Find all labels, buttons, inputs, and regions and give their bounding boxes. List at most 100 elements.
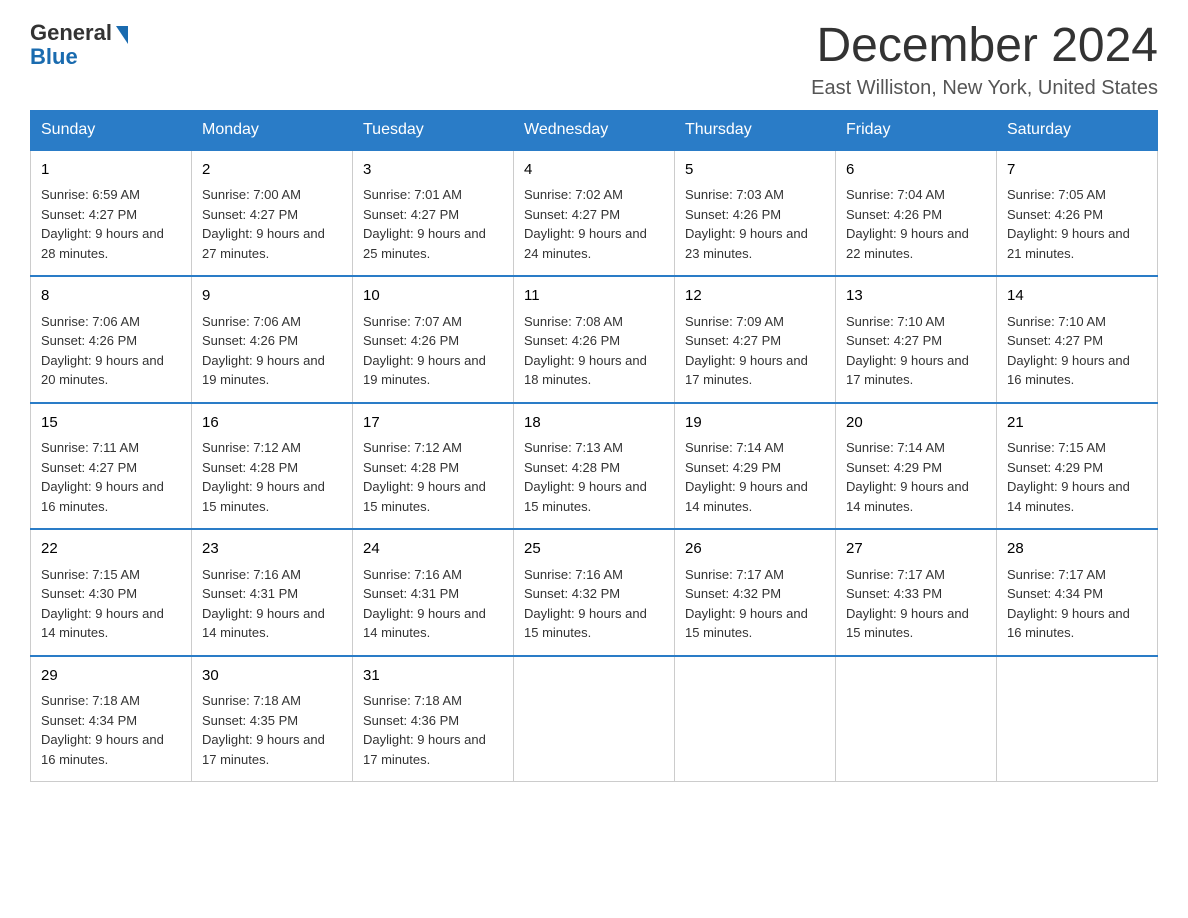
calendar-cell-1-7: 7 Sunrise: 7:05 AMSunset: 4:26 PMDaylight… <box>997 150 1158 277</box>
day-info: Sunrise: 7:17 AMSunset: 4:33 PMDaylight:… <box>846 567 969 641</box>
day-number: 20 <box>846 412 986 435</box>
day-number: 27 <box>846 538 986 561</box>
calendar-header-sunday: Sunday <box>31 110 192 150</box>
calendar-cell-5-6 <box>836 656 997 782</box>
day-info: Sunrise: 7:15 AMSunset: 4:30 PMDaylight:… <box>41 567 164 641</box>
calendar-cell-4-6: 27 Sunrise: 7:17 AMSunset: 4:33 PMDayligh… <box>836 529 997 656</box>
day-number: 31 <box>363 665 503 688</box>
day-number: 2 <box>202 159 342 182</box>
calendar-cell-3-2: 16Sunrise: 7:12 AMSunset: 4:28 PMDayligh… <box>192 403 353 530</box>
calendar-cell-3-5: 19 Sunrise: 7:14 AMSunset: 4:29 PMDayligh… <box>675 403 836 530</box>
day-number: 19 <box>685 412 825 435</box>
day-number: 14 <box>1007 285 1147 308</box>
day-info: Sunrise: 7:09 AMSunset: 4:27 PMDaylight:… <box>685 314 808 388</box>
calendar-cell-3-4: 18Sunrise: 7:13 AMSunset: 4:28 PMDayligh… <box>514 403 675 530</box>
page-header: General Blue December 2024 East Willisto… <box>30 20 1158 100</box>
calendar-cell-2-3: 10Sunrise: 7:07 AMSunset: 4:26 PMDayligh… <box>353 276 514 403</box>
calendar-cell-2-6: 13 Sunrise: 7:10 AMSunset: 4:27 PMDayligh… <box>836 276 997 403</box>
day-number: 9 <box>202 285 342 308</box>
calendar-week-row-5: 29 Sunrise: 7:18 AMSunset: 4:34 PMDayligh… <box>31 656 1158 782</box>
calendar-header-monday: Monday <box>192 110 353 150</box>
calendar-cell-1-1: 1Sunrise: 6:59 AMSunset: 4:27 PMDaylight… <box>31 150 192 277</box>
day-number: 18 <box>524 412 664 435</box>
day-info: Sunrise: 7:12 AMSunset: 4:28 PMDaylight:… <box>363 440 486 514</box>
day-info: Sunrise: 7:02 AMSunset: 4:27 PMDaylight:… <box>524 187 647 261</box>
calendar-cell-1-6: 6 Sunrise: 7:04 AMSunset: 4:26 PMDaylight… <box>836 150 997 277</box>
calendar-header-saturday: Saturday <box>997 110 1158 150</box>
day-number: 6 <box>846 159 986 182</box>
calendar-cell-2-4: 11 Sunrise: 7:08 AMSunset: 4:26 PMDayligh… <box>514 276 675 403</box>
calendar-table: SundayMondayTuesdayWednesdayThursdayFrid… <box>30 110 1158 783</box>
logo-arrow-icon <box>116 26 128 44</box>
calendar-cell-2-2: 9 Sunrise: 7:06 AMSunset: 4:26 PMDaylight… <box>192 276 353 403</box>
day-info: Sunrise: 7:00 AMSunset: 4:27 PMDaylight:… <box>202 187 325 261</box>
title-block: December 2024 East Williston, New York, … <box>811 20 1158 100</box>
day-number: 16 <box>202 412 342 435</box>
calendar-cell-2-1: 8 Sunrise: 7:06 AMSunset: 4:26 PMDaylight… <box>31 276 192 403</box>
calendar-cell-1-2: 2 Sunrise: 7:00 AMSunset: 4:27 PMDaylight… <box>192 150 353 277</box>
calendar-cell-4-1: 22 Sunrise: 7:15 AMSunset: 4:30 PMDayligh… <box>31 529 192 656</box>
day-info: Sunrise: 7:05 AMSunset: 4:26 PMDaylight:… <box>1007 187 1130 261</box>
logo-general-text: General <box>30 20 112 46</box>
calendar-cell-4-3: 24 Sunrise: 7:16 AMSunset: 4:31 PMDayligh… <box>353 529 514 656</box>
day-info: Sunrise: 7:01 AMSunset: 4:27 PMDaylight:… <box>363 187 486 261</box>
calendar-week-row-3: 15Sunrise: 7:11 AMSunset: 4:27 PMDayligh… <box>31 403 1158 530</box>
day-number: 28 <box>1007 538 1147 561</box>
calendar-cell-4-2: 23 Sunrise: 7:16 AMSunset: 4:31 PMDayligh… <box>192 529 353 656</box>
calendar-week-row-1: 1Sunrise: 6:59 AMSunset: 4:27 PMDaylight… <box>31 150 1158 277</box>
day-number: 24 <box>363 538 503 561</box>
day-number: 25 <box>524 538 664 561</box>
calendar-cell-4-5: 26Sunrise: 7:17 AMSunset: 4:32 PMDayligh… <box>675 529 836 656</box>
day-info: Sunrise: 7:04 AMSunset: 4:26 PMDaylight:… <box>846 187 969 261</box>
day-info: Sunrise: 7:18 AMSunset: 4:36 PMDaylight:… <box>363 693 486 767</box>
calendar-header-thursday: Thursday <box>675 110 836 150</box>
calendar-header-tuesday: Tuesday <box>353 110 514 150</box>
calendar-cell-5-4 <box>514 656 675 782</box>
day-info: Sunrise: 7:14 AMSunset: 4:29 PMDaylight:… <box>685 440 808 514</box>
calendar-cell-5-2: 30 Sunrise: 7:18 AMSunset: 4:35 PMDayligh… <box>192 656 353 782</box>
day-number: 13 <box>846 285 986 308</box>
calendar-cell-5-3: 31 Sunrise: 7:18 AMSunset: 4:36 PMDayligh… <box>353 656 514 782</box>
day-number: 30 <box>202 665 342 688</box>
day-number: 22 <box>41 538 181 561</box>
calendar-week-row-2: 8 Sunrise: 7:06 AMSunset: 4:26 PMDaylight… <box>31 276 1158 403</box>
day-number: 5 <box>685 159 825 182</box>
day-info: Sunrise: 7:08 AMSunset: 4:26 PMDaylight:… <box>524 314 647 388</box>
calendar-header-wednesday: Wednesday <box>514 110 675 150</box>
day-info: Sunrise: 7:03 AMSunset: 4:26 PMDaylight:… <box>685 187 808 261</box>
day-number: 23 <box>202 538 342 561</box>
day-info: Sunrise: 7:17 AMSunset: 4:34 PMDaylight:… <box>1007 567 1130 641</box>
day-number: 12 <box>685 285 825 308</box>
day-info: Sunrise: 7:16 AMSunset: 4:31 PMDaylight:… <box>202 567 325 641</box>
calendar-cell-5-5 <box>675 656 836 782</box>
calendar-cell-3-6: 20 Sunrise: 7:14 AMSunset: 4:29 PMDayligh… <box>836 403 997 530</box>
day-info: Sunrise: 7:11 AMSunset: 4:27 PMDaylight:… <box>41 440 164 514</box>
calendar-cell-1-4: 4 Sunrise: 7:02 AMSunset: 4:27 PMDaylight… <box>514 150 675 277</box>
day-number: 11 <box>524 285 664 308</box>
day-info: Sunrise: 7:06 AMSunset: 4:26 PMDaylight:… <box>41 314 164 388</box>
calendar-cell-5-1: 29 Sunrise: 7:18 AMSunset: 4:34 PMDayligh… <box>31 656 192 782</box>
day-info: Sunrise: 7:06 AMSunset: 4:26 PMDaylight:… <box>202 314 325 388</box>
day-info: Sunrise: 7:16 AMSunset: 4:31 PMDaylight:… <box>363 567 486 641</box>
calendar-cell-1-5: 5 Sunrise: 7:03 AMSunset: 4:26 PMDaylight… <box>675 150 836 277</box>
day-info: Sunrise: 7:18 AMSunset: 4:35 PMDaylight:… <box>202 693 325 767</box>
day-number: 17 <box>363 412 503 435</box>
calendar-header-friday: Friday <box>836 110 997 150</box>
day-info: Sunrise: 7:10 AMSunset: 4:27 PMDaylight:… <box>1007 314 1130 388</box>
day-number: 29 <box>41 665 181 688</box>
month-title: December 2024 <box>811 20 1158 73</box>
calendar-week-row-4: 22 Sunrise: 7:15 AMSunset: 4:30 PMDayligh… <box>31 529 1158 656</box>
day-info: Sunrise: 7:18 AMSunset: 4:34 PMDaylight:… <box>41 693 164 767</box>
day-number: 21 <box>1007 412 1147 435</box>
day-number: 7 <box>1007 159 1147 182</box>
calendar-cell-5-7 <box>997 656 1158 782</box>
day-info: Sunrise: 7:17 AMSunset: 4:32 PMDaylight:… <box>685 567 808 641</box>
calendar-cell-2-5: 12 Sunrise: 7:09 AMSunset: 4:27 PMDayligh… <box>675 276 836 403</box>
day-number: 10 <box>363 285 503 308</box>
day-number: 3 <box>363 159 503 182</box>
location-title: East Williston, New York, United States <box>811 77 1158 100</box>
day-info: Sunrise: 7:14 AMSunset: 4:29 PMDaylight:… <box>846 440 969 514</box>
day-info: Sunrise: 7:10 AMSunset: 4:27 PMDaylight:… <box>846 314 969 388</box>
day-number: 8 <box>41 285 181 308</box>
day-number: 4 <box>524 159 664 182</box>
